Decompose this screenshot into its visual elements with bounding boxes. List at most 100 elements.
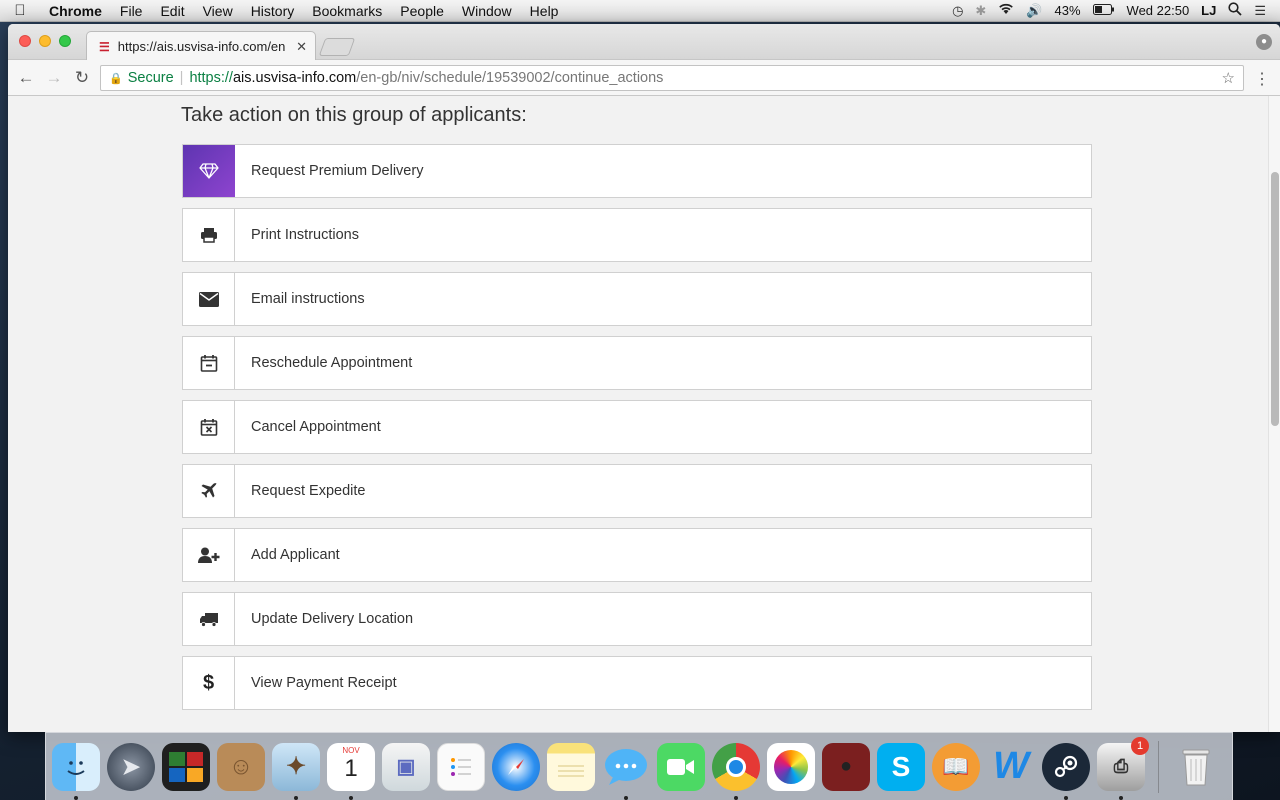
running-indicator <box>349 795 353 800</box>
reload-button[interactable]: ↻ <box>68 68 96 88</box>
close-tab-icon[interactable]: ✕ <box>296 39 307 55</box>
action-label: Update Delivery Location <box>251 611 414 627</box>
browser-window: ☰ https://ais.usvisa-info.com/en ✕ ● ← →… <box>8 24 1280 732</box>
truck-icon <box>183 593 235 645</box>
url-host: ais.usvisa-info.com <box>232 70 357 86</box>
time-machine-icon[interactable]: ◷ <box>952 3 963 19</box>
menu-edit[interactable]: Edit <box>151 3 193 19</box>
request-expedite-button[interactable]: Request Expedite <box>182 464 1092 518</box>
action-label: View Payment Receipt <box>251 675 397 691</box>
profile-icon[interactable]: ● <box>1256 34 1272 50</box>
action-label: Request Expedite <box>251 483 366 499</box>
tab-strip: ☰ https://ais.usvisa-info.com/en ✕ ● <box>8 24 1280 61</box>
actions-list: Request Premium Delivery Print Instructi… <box>182 144 1092 720</box>
user-name[interactable]: LJ <box>1201 3 1216 18</box>
print-instructions-button[interactable]: Print Instructions <box>182 208 1092 262</box>
page-content: Take action on this group of applicants:… <box>8 96 1280 732</box>
reschedule-appointment-button[interactable]: Reschedule Appointment <box>182 336 1092 390</box>
messages-icon[interactable] <box>602 743 650 800</box>
menu-bar:  Chrome File Edit View History Bookmark… <box>0 0 1280 22</box>
skype-icon[interactable]: S <box>877 742 925 791</box>
running-indicator <box>1119 795 1123 800</box>
action-label: Cancel Appointment <box>251 419 381 435</box>
menu-help[interactable]: Help <box>521 3 568 19</box>
back-button[interactable]: ← <box>12 68 40 88</box>
facetime-icon[interactable] <box>657 742 705 791</box>
running-indicator <box>74 795 78 800</box>
add-applicant-button[interactable]: Add Applicant <box>182 528 1092 582</box>
forward-button[interactable]: → <box>40 68 68 88</box>
page-scrollbar[interactable] <box>1268 96 1280 732</box>
action-label: Add Applicant <box>251 547 340 563</box>
action-label: Reschedule Appointment <box>251 355 413 371</box>
printer-badge: 1 <box>1131 736 1149 755</box>
email-instructions-button[interactable]: Email instructions <box>182 272 1092 326</box>
menu-bookmarks[interactable]: Bookmarks <box>303 3 391 19</box>
photo-booth-icon[interactable] <box>162 742 210 791</box>
dock: ➤ ☺ ✦ NOV 1 ▣ ● S 📖 W ⎙ 1 <box>45 732 1233 800</box>
view-payment-receipt-button[interactable]: $ View Payment Receipt <box>182 656 1092 710</box>
menu-file[interactable]: File <box>111 3 152 19</box>
calendar-x-icon <box>183 401 235 453</box>
preview-icon[interactable]: ▣ <box>382 742 430 791</box>
volume-icon[interactable]: 🔊 <box>1026 3 1042 19</box>
reminders-icon[interactable] <box>437 742 485 791</box>
request-premium-delivery-button[interactable]: Request Premium Delivery <box>182 144 1092 198</box>
dock-separator <box>1158 740 1159 793</box>
launchpad-icon[interactable]: ➤ <box>107 742 155 791</box>
contacts-icon[interactable]: ☺ <box>217 742 265 791</box>
running-indicator <box>734 795 738 800</box>
secure-label: Secure <box>127 70 174 86</box>
printer-icon <box>183 209 235 261</box>
scrollbar-thumb[interactable] <box>1271 172 1279 426</box>
plane-icon <box>183 465 235 517</box>
dollar-icon: $ <box>183 657 235 709</box>
running-indicator <box>294 795 298 800</box>
menu-chrome[interactable]: Chrome <box>40 3 111 19</box>
mail-icon[interactable]: ✦ <box>272 742 320 800</box>
ibooks-icon[interactable]: 📖 <box>932 742 980 791</box>
minimize-window-button[interactable] <box>39 35 51 47</box>
action-label: Print Instructions <box>251 227 359 243</box>
envelope-icon <box>183 273 235 325</box>
menu-people[interactable]: People <box>391 3 453 19</box>
close-window-button[interactable] <box>19 35 31 47</box>
calendar-day: 1 <box>344 754 358 782</box>
apple-menu-icon[interactable]:  <box>0 2 40 19</box>
chrome-icon[interactable] <box>712 742 760 800</box>
action-label: Request Premium Delivery <box>251 163 424 179</box>
steam-icon[interactable] <box>1042 742 1090 800</box>
page-heading: Take action on this group of applicants: <box>181 104 527 126</box>
menu-window[interactable]: Window <box>453 3 521 19</box>
cancel-appointment-button[interactable]: Cancel Appointment <box>182 400 1092 454</box>
finder-icon[interactable] <box>52 742 100 800</box>
url-path: /en-gb/niv/schedule/19539002/continue_ac… <box>356 70 664 86</box>
bluetooth-icon[interactable]: ✱ <box>975 3 986 19</box>
bookmark-star-icon[interactable]: ☆ <box>1222 69 1235 87</box>
photo-booth-2-icon[interactable]: ● <box>822 742 870 791</box>
safari-icon[interactable] <box>492 742 540 791</box>
update-delivery-location-button[interactable]: Update Delivery Location <box>182 592 1092 646</box>
running-indicator <box>1064 795 1068 800</box>
zoom-window-button[interactable] <box>59 35 71 47</box>
printer-icon[interactable]: ⎙ 1 <box>1097 736 1149 800</box>
site-favicon-icon: ☰ <box>99 39 110 54</box>
wifi-icon[interactable] <box>998 3 1014 18</box>
menu-view[interactable]: View <box>194 3 242 19</box>
word-icon[interactable]: W <box>987 743 1035 791</box>
spotlight-search-icon[interactable] <box>1228 2 1242 19</box>
chrome-menu-icon[interactable]: ⋮ <box>1254 69 1270 89</box>
new-tab-button[interactable] <box>318 38 356 56</box>
battery-icon[interactable] <box>1092 3 1115 18</box>
calendar-icon[interactable]: NOV 1 <box>327 742 375 800</box>
notification-center-icon[interactable]: ☰ <box>1254 3 1266 19</box>
browser-tab[interactable]: ☰ https://ais.usvisa-info.com/en ✕ <box>86 31 316 61</box>
trash-icon[interactable] <box>1172 743 1220 791</box>
url-scheme: https:// <box>189 70 233 86</box>
url-separator: | <box>179 70 184 86</box>
menu-history[interactable]: History <box>242 3 304 19</box>
address-bar[interactable]: 🔒 Secure | https:// ais.usvisa-info.com … <box>100 65 1244 91</box>
notes-icon[interactable] <box>547 742 595 791</box>
photos-icon[interactable] <box>767 742 815 791</box>
clock[interactable]: Wed 22:50 <box>1127 3 1190 18</box>
